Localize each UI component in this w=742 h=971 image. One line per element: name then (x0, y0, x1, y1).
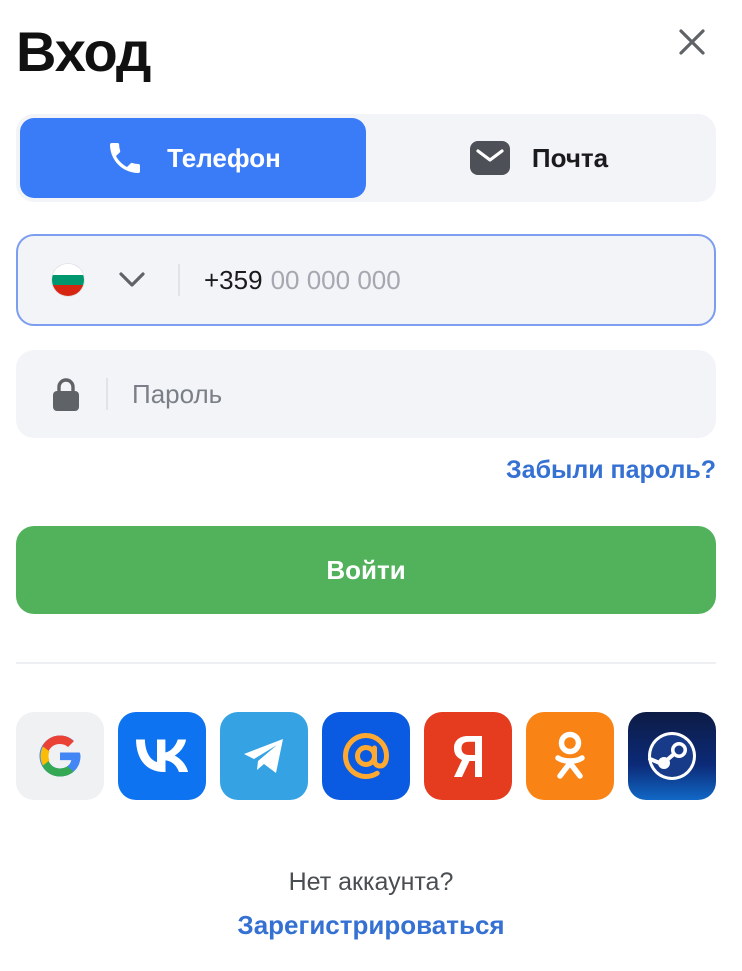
phone-mask-placeholder: 00 000 000 (270, 264, 401, 295)
tab-email[interactable]: Почта (366, 118, 712, 198)
tab-phone-label: Телефон (167, 142, 281, 173)
tab-phone[interactable]: Телефон (20, 118, 366, 198)
country-select-button[interactable] (118, 271, 146, 289)
close-button[interactable] (672, 22, 712, 62)
forgot-password-link[interactable]: Забыли пароль? (506, 456, 716, 485)
social-login-row (16, 712, 716, 800)
divider (178, 264, 180, 296)
mailru-icon (342, 732, 390, 780)
tab-email-label: Почта (531, 142, 609, 173)
phone-field[interactable]: +359 00 000 000 (16, 234, 716, 326)
odnoklassniki-login-button[interactable] (526, 712, 614, 800)
google-login-button[interactable] (16, 712, 104, 800)
register-link[interactable]: Зарегистрироваться (0, 910, 742, 941)
yandex-icon (454, 736, 482, 777)
steam-login-button[interactable] (628, 712, 716, 800)
no-account-text: Нет аккаунта? (288, 868, 454, 896)
page-title: Вход (16, 20, 151, 83)
divider (106, 378, 108, 410)
phone-icon (105, 138, 145, 178)
bulgaria-flag-icon (52, 264, 84, 296)
password-input[interactable]: Пароль (132, 379, 222, 410)
login-button[interactable]: Войти (16, 526, 716, 614)
telegram-icon (244, 739, 283, 773)
phone-input[interactable]: +359 00 000 000 (204, 265, 714, 296)
mailru-login-button[interactable] (322, 712, 410, 800)
divider (16, 662, 716, 664)
password-field[interactable]: Пароль (16, 350, 716, 438)
login-method-tabs: Телефон Почта (16, 114, 716, 202)
close-icon (679, 29, 705, 55)
yandex-login-button[interactable] (424, 712, 512, 800)
mail-icon (469, 141, 510, 175)
google-icon (39, 735, 81, 777)
steam-icon (648, 732, 696, 780)
telegram-login-button[interactable] (220, 712, 308, 800)
vk-login-button[interactable] (118, 712, 206, 800)
lock-icon (52, 377, 80, 411)
login-dialog: Вход Телефон Почта +359 00 000 000 Парол… (0, 0, 742, 971)
chevron-down-icon (119, 272, 145, 287)
odnoklassniki-icon (555, 731, 585, 779)
phone-prefix: +359 (204, 264, 263, 295)
vk-icon (136, 739, 188, 772)
